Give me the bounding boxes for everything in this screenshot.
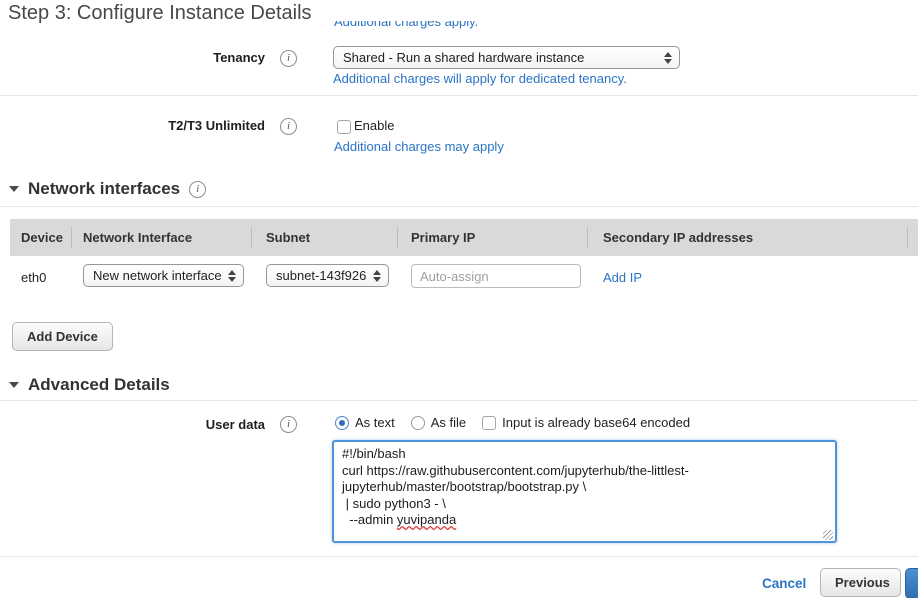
divider [0,206,918,207]
tenancy-info-icon[interactable]: i [280,50,297,67]
col-header-primary-ip: Primary IP [398,219,588,256]
tenancy-select[interactable]: Shared - Run a shared hardware instance [333,46,680,69]
as-file-label[interactable]: As file [431,415,466,430]
tenancy-select-value: Shared - Run a shared hardware instance [343,50,584,65]
user-data-info-icon[interactable]: i [280,416,297,433]
advanced-details-header: Advanced Details [9,375,170,395]
as-text-radio[interactable] [335,416,349,430]
select-stepper-icon [228,270,236,282]
device-cell: eth0 [21,270,46,285]
network-interfaces-header: Network interfaces i [9,179,206,199]
t2t3-label: T2/T3 Unlimited [0,118,265,133]
add-ip-link[interactable]: Add IP [603,270,642,285]
cancel-link[interactable]: Cancel [762,576,806,591]
primary-ip-input[interactable] [411,264,581,288]
subnet-select[interactable]: subnet-143f9263 [266,264,389,287]
col-header-device: Device [10,219,72,256]
base64-checkbox-label[interactable]: Input is already base64 encoded [502,415,690,430]
network-interfaces-title: Network interfaces [28,179,180,199]
enable-checkbox[interactable] [337,120,351,134]
resize-handle-icon[interactable] [823,530,833,540]
base64-checkbox[interactable] [482,416,496,430]
next-button-clipped[interactable] [905,568,918,598]
t2t3-info-icon[interactable]: i [280,118,297,135]
add-device-button[interactable]: Add Device [12,322,113,351]
divider [0,95,918,96]
network-table-header: Device Network Interface Subnet Primary … [10,219,918,256]
network-interface-select[interactable]: New network interface [83,264,244,287]
advanced-details-title: Advanced Details [28,375,170,395]
col-header-subnet: Subnet [252,219,398,256]
additional-charges-apply-link[interactable]: Additional charges apply. [334,21,478,29]
enable-checkbox-label[interactable]: Enable [354,118,394,133]
subnet-select-value: subnet-143f9263 [276,268,366,283]
collapse-triangle-icon[interactable] [9,382,19,388]
configure-instance-page: Step 3: Configure Instance Details Addit… [0,0,918,598]
as-text-label[interactable]: As text [355,415,395,430]
divider [0,400,918,401]
as-file-radio[interactable] [411,416,425,430]
clipped-region: Additional charges apply. [334,21,478,34]
collapse-triangle-icon[interactable] [9,186,19,192]
t2t3-note-link[interactable]: Additional charges may apply [334,139,504,154]
network-interface-select-value: New network interface [93,268,221,283]
network-interfaces-info-icon[interactable]: i [189,181,206,198]
previous-button[interactable]: Previous [820,568,901,597]
tenancy-label: Tenancy [0,50,265,65]
select-stepper-icon [373,270,381,282]
divider [0,556,918,557]
user-data-textarea[interactable]: #!/bin/bash curl https://raw.githubuserc… [332,440,837,543]
page-title: Step 3: Configure Instance Details [8,2,312,25]
select-stepper-icon [664,52,672,64]
user-data-mode-options: As text As file Input is already base64 … [335,415,690,430]
col-header-network-interface: Network Interface [72,219,252,256]
user-data-label: User data [0,417,265,432]
tenancy-note-link[interactable]: Additional charges will apply for dedica… [333,71,627,86]
col-header-secondary-ip: Secondary IP addresses [588,219,908,256]
